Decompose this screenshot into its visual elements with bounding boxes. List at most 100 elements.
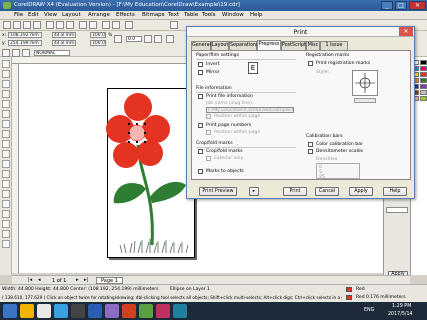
help-button[interactable]: Help <box>383 187 407 196</box>
connector-tool-icon[interactable] <box>2 190 10 198</box>
marks-to-objects-checkbox[interactable] <box>198 169 203 174</box>
tab-layout[interactable]: Layout <box>211 41 229 50</box>
save-icon[interactable] <box>23 21 31 29</box>
scale-height-field[interactable]: 100.0 <box>90 40 106 46</box>
docker-field[interactable] <box>386 207 408 213</box>
line-style-icon[interactable] <box>12 49 20 57</box>
menu-table[interactable]: Table <box>184 12 198 18</box>
tab-postscript[interactable]: PostScript <box>281 41 306 50</box>
snap-icon[interactable] <box>170 21 178 29</box>
crop-tool-icon[interactable] <box>2 80 10 88</box>
apply-button[interactable]: Apply <box>349 187 373 196</box>
redo-icon[interactable] <box>89 21 97 29</box>
menu-view[interactable]: View <box>44 12 57 18</box>
zoom-tool-icon[interactable] <box>2 90 10 98</box>
language-indicator[interactable]: ENG <box>364 308 374 313</box>
clock-date[interactable]: 2017/5/14 <box>388 312 413 317</box>
cancel-button[interactable]: Cancel <box>315 187 339 196</box>
coreldraw-taskbar-icon[interactable] <box>139 304 153 318</box>
angle-field[interactable]: 0.0 <box>126 36 142 42</box>
scale-width-field[interactable]: 100.0 <box>90 32 106 38</box>
import-icon[interactable] <box>102 21 110 29</box>
table-tool-icon[interactable] <box>2 170 10 178</box>
color-calibration-checkbox[interactable] <box>308 142 313 147</box>
page-numbers-position-checkbox[interactable] <box>206 130 211 135</box>
media-icon[interactable] <box>71 304 85 318</box>
print-file-info-checkbox[interactable] <box>198 94 203 99</box>
app-icon[interactable] <box>105 304 119 318</box>
menu-edit[interactable]: Edit <box>28 12 39 18</box>
horizontal-ruler[interactable] <box>12 57 195 64</box>
eyedropper-tool-icon[interactable] <box>2 210 10 218</box>
tab-separations[interactable]: Separations <box>229 41 259 50</box>
dialog-close-button[interactable]: ✕ <box>399 27 413 36</box>
app-icon-4[interactable] <box>173 304 187 318</box>
mirror-vertical-icon[interactable] <box>154 35 162 43</box>
arrow-start-icon[interactable] <box>2 49 10 57</box>
start-button-icon[interactable] <box>3 304 17 318</box>
registration-style-preview[interactable] <box>352 70 378 96</box>
y-position-field[interactable]: 254.199 mm <box>8 40 42 46</box>
print-icon[interactable] <box>33 21 41 29</box>
minimize-button[interactable]: _ <box>381 1 393 10</box>
zoom-level-icon[interactable] <box>125 21 133 29</box>
invert-checkbox[interactable] <box>198 62 203 67</box>
swatch-gray[interactable] <box>420 90 427 95</box>
width-field[interactable]: 44.8 mm <box>52 32 76 38</box>
swatch-green[interactable] <box>420 78 427 83</box>
crop-fold-marks-checkbox[interactable] <box>198 149 203 154</box>
cut-icon[interactable] <box>46 21 54 29</box>
fill-tool-icon[interactable] <box>2 230 10 238</box>
print-registration-checkbox[interactable] <box>308 61 313 66</box>
first-page-icon[interactable]: |◂ <box>28 277 32 283</box>
print-preview-button[interactable]: Print Preview <box>199 187 237 196</box>
tab-prepress[interactable]: Prepress <box>257 40 281 50</box>
tab-general[interactable]: General <box>191 41 211 50</box>
height-field[interactable]: 44.8 mm <box>52 40 76 46</box>
maximize-button[interactable]: □ <box>395 1 407 10</box>
app-icon-2[interactable] <box>122 304 136 318</box>
x-position-field[interactable]: 108.192 mm <box>8 32 42 38</box>
job-name-field[interactable]: F:\My Education\CorelDraw\Example\19 <box>206 107 294 113</box>
densities-list[interactable]: 0 5 25 <box>316 163 360 179</box>
mirror-checkbox[interactable] <box>198 70 203 75</box>
new-document-icon[interactable] <box>3 21 11 29</box>
swatch-black[interactable] <box>420 60 427 65</box>
menu-bitmaps[interactable]: Bitmaps <box>142 12 165 18</box>
pick-tool-icon[interactable] <box>2 60 10 68</box>
tab-misc[interactable]: Misc <box>306 41 320 50</box>
interactive-fill-tool-icon[interactable] <box>2 240 10 248</box>
blend-tool-icon[interactable] <box>2 200 10 208</box>
freehand-tool-icon[interactable] <box>2 100 10 108</box>
menu-tools[interactable]: Tools <box>202 12 216 18</box>
menu-arrange[interactable]: Arrange <box>88 12 110 18</box>
tab-issues[interactable]: 1 Issue <box>320 41 348 50</box>
print-page-numbers-checkbox[interactable] <box>198 123 203 128</box>
prev-page-icon[interactable]: ◂ <box>38 277 41 283</box>
density-item[interactable]: 25 <box>319 175 325 178</box>
exterior-only-checkbox[interactable] <box>206 156 211 161</box>
menu-effects[interactable]: Effects <box>116 12 135 18</box>
preview-toggle-button[interactable]: ▸ <box>249 187 259 196</box>
polygon-tool-icon[interactable] <box>2 140 10 148</box>
rectangle-tool-icon[interactable] <box>2 120 10 128</box>
arrow-end-icon[interactable] <box>22 49 30 57</box>
menu-file[interactable]: File <box>14 12 23 18</box>
dialog-title-bar[interactable]: Print <box>187 27 414 37</box>
outline-style-field[interactable]: NORMAL <box>34 50 70 56</box>
smart-fill-tool-icon[interactable] <box>2 110 10 118</box>
swatch-magenta[interactable] <box>420 66 427 71</box>
print-button[interactable]: Print <box>283 187 307 196</box>
photoshop-icon[interactable] <box>88 304 102 318</box>
lock-ratio-icon[interactable] <box>114 35 122 43</box>
export-icon[interactable] <box>112 21 120 29</box>
ellipse-icon[interactable] <box>166 35 174 43</box>
app-icon-3[interactable] <box>156 304 170 318</box>
menu-window[interactable]: Window <box>222 12 244 18</box>
menu-layout[interactable]: Layout <box>62 12 81 18</box>
basic-shapes-tool-icon[interactable] <box>2 150 10 158</box>
swatch-lime[interactable] <box>420 96 427 101</box>
ie-icon[interactable] <box>54 304 68 318</box>
densitometer-checkbox[interactable] <box>308 149 313 154</box>
outline-tool-icon[interactable] <box>2 220 10 228</box>
